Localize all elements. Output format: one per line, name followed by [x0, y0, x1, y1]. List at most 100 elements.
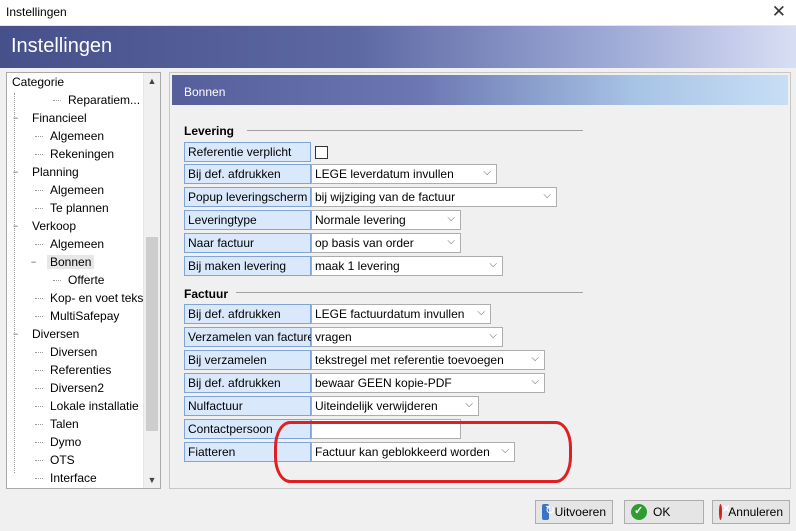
leveringtype-select[interactable]: Normale levering ⌵: [311, 210, 461, 230]
tree-connector: [35, 190, 43, 191]
tree-item[interactable]: Algemeen: [47, 237, 107, 251]
tree-item[interactable]: Diversen: [47, 345, 100, 359]
banner-title: Instellingen: [11, 35, 113, 57]
tree-item[interactable]: Verkoop: [29, 219, 79, 233]
ok-button[interactable]: OK: [624, 500, 704, 524]
tree-connector: [35, 370, 43, 371]
chevron-down-icon: ⌵: [531, 353, 539, 364]
bij-verzamelen-select[interactable]: tekstregel met referentie toevoegen ⌵: [311, 350, 545, 370]
maken-levering-select[interactable]: maak 1 levering ⌵: [311, 256, 503, 276]
fiatteren-select[interactable]: Factuur kan geblokkeerd worden ⌵: [311, 442, 515, 462]
cancel-button[interactable]: Annuleren: [712, 500, 790, 524]
field-label: Verzamelen van facturen: [184, 327, 321, 347]
tree-connector: [35, 442, 43, 443]
collapse-icon[interactable]: −: [11, 330, 20, 339]
verzamelen-facturen-select[interactable]: vragen ⌵: [311, 327, 503, 347]
tree-item[interactable]: MultiSafepay: [47, 309, 122, 323]
tree-connector: [35, 244, 43, 245]
execute-button[interactable]: Uitvoeren: [535, 500, 613, 524]
tree-header: Categorie: [12, 75, 65, 89]
tree-connector: [35, 424, 43, 425]
afdrukken-levering-select[interactable]: LEGE leverdatum invullen ⌵: [311, 164, 497, 184]
scroll-down-icon[interactable]: ▼: [144, 472, 160, 488]
field-label: Referentie verplicht: [184, 142, 311, 162]
tree-item[interactable]: Diversen2: [47, 381, 107, 395]
tree-item[interactable]: Referenties: [47, 363, 114, 377]
chevron-down-icon: ⌵: [483, 167, 491, 178]
tree-item[interactable]: Rekeningen: [47, 147, 117, 161]
tree-connector: [35, 388, 43, 389]
select-value: maak 1 levering: [315, 259, 400, 273]
panel-header: Bonnen: [172, 75, 788, 105]
tree-connector: [53, 100, 61, 101]
window-titlebar: Instellingen ✕: [0, 0, 796, 26]
select-value: op basis van order: [315, 236, 414, 250]
field-label: Bij def. afdrukken: [184, 304, 311, 324]
section-factuur-heading: Factuur: [184, 287, 229, 301]
chevron-down-icon: ⌵: [465, 399, 473, 410]
tree-connector: [35, 154, 43, 155]
tree-item[interactable]: Planning: [29, 165, 82, 179]
chevron-down-icon: ⌵: [489, 259, 497, 270]
tree-connector: [35, 298, 43, 299]
tree-item[interactable]: Te plannen: [47, 201, 112, 215]
referentie-verplicht-checkbox[interactable]: [315, 146, 328, 159]
tree-item[interactable]: Algemeen: [47, 183, 107, 197]
tree-item[interactable]: Dymo: [47, 435, 84, 449]
chevron-down-icon: ⌵: [531, 376, 539, 387]
tree-item[interactable]: Financieel: [29, 111, 90, 125]
tree-guide-line: [14, 93, 15, 473]
section-levering-heading: Levering: [184, 124, 235, 138]
collapse-icon[interactable]: −: [11, 168, 20, 177]
field-label: Bij maken levering: [184, 256, 311, 276]
select-value: LEGE factuurdatum invullen: [315, 307, 465, 321]
afdrukken-factuur-select[interactable]: LEGE factuurdatum invullen ⌵: [311, 304, 491, 324]
kopie-pdf-select[interactable]: bewaar GEEN kopie-PDF ⌵: [311, 373, 545, 393]
tree-connector: [35, 478, 43, 479]
scroll-up-icon[interactable]: ▲: [144, 73, 160, 89]
banner: Instellingen: [0, 26, 796, 68]
tree-scrollbar[interactable]: ▲ ▼: [143, 73, 160, 488]
tree-item[interactable]: Offerte: [65, 273, 107, 287]
naar-factuur-select[interactable]: op basis van order ⌵: [311, 233, 461, 253]
tree-item[interactable]: Bonnen: [47, 255, 95, 269]
tree-item[interactable]: Talen: [47, 417, 82, 431]
ok-icon: [631, 504, 647, 520]
field-label: Popup leveringscherm: [184, 187, 311, 207]
select-value: LEGE leverdatum invullen: [315, 167, 454, 181]
field-label: Nulfactuur: [184, 396, 311, 416]
select-value: vragen: [315, 330, 352, 344]
tree-connector: [35, 316, 43, 317]
tree-connector: [53, 280, 61, 281]
tree-connector: [35, 136, 43, 137]
ok-label: OK: [653, 505, 671, 519]
collapse-icon[interactable]: −: [11, 222, 20, 231]
select-value: bewaar GEEN kopie-PDF: [315, 376, 452, 390]
collapse-icon[interactable]: −: [29, 258, 38, 267]
close-icon[interactable]: ✕: [772, 2, 786, 22]
tree-item[interactable]: Diversen: [29, 327, 82, 341]
field-label: Leveringtype: [184, 210, 311, 230]
tree-item[interactable]: Algemeen: [47, 129, 107, 143]
category-tree[interactable]: Categorie Reparatiem... Financieel − Algeme…: [6, 72, 161, 489]
tree-item[interactable]: OTS: [47, 453, 78, 467]
collapse-icon[interactable]: −: [11, 114, 20, 123]
scroll-thumb[interactable]: [146, 237, 158, 431]
nulfactuur-select[interactable]: Uiteindelijk verwijderen ⌵: [311, 396, 479, 416]
tree-item[interactable]: Reparatiem...: [65, 93, 143, 107]
tree-connector: [35, 208, 43, 209]
field-label: Naar factuur: [184, 233, 311, 253]
cancel-icon: [719, 504, 731, 520]
select-value: Factuur kan geblokkeerd worden: [315, 445, 490, 459]
tree-item[interactable]: Lokale installatie: [47, 399, 142, 413]
tree-connector: [35, 406, 43, 407]
field-label: Contactpersoon: [184, 419, 311, 439]
tree-item[interactable]: Interface: [47, 471, 100, 485]
select-value: tekstregel met referentie toevoegen: [315, 353, 504, 367]
tree-item[interactable]: Kop- en voet tekst: [47, 291, 150, 305]
select-value: Normale levering: [315, 213, 406, 227]
cancel-label: Annuleren: [728, 505, 783, 519]
contactpersoon-input[interactable]: [311, 419, 461, 439]
popup-leveringscherm-select[interactable]: bij wijziging van de factuur ⌵: [311, 187, 557, 207]
select-value: bij wijziging van de factuur: [315, 190, 456, 204]
